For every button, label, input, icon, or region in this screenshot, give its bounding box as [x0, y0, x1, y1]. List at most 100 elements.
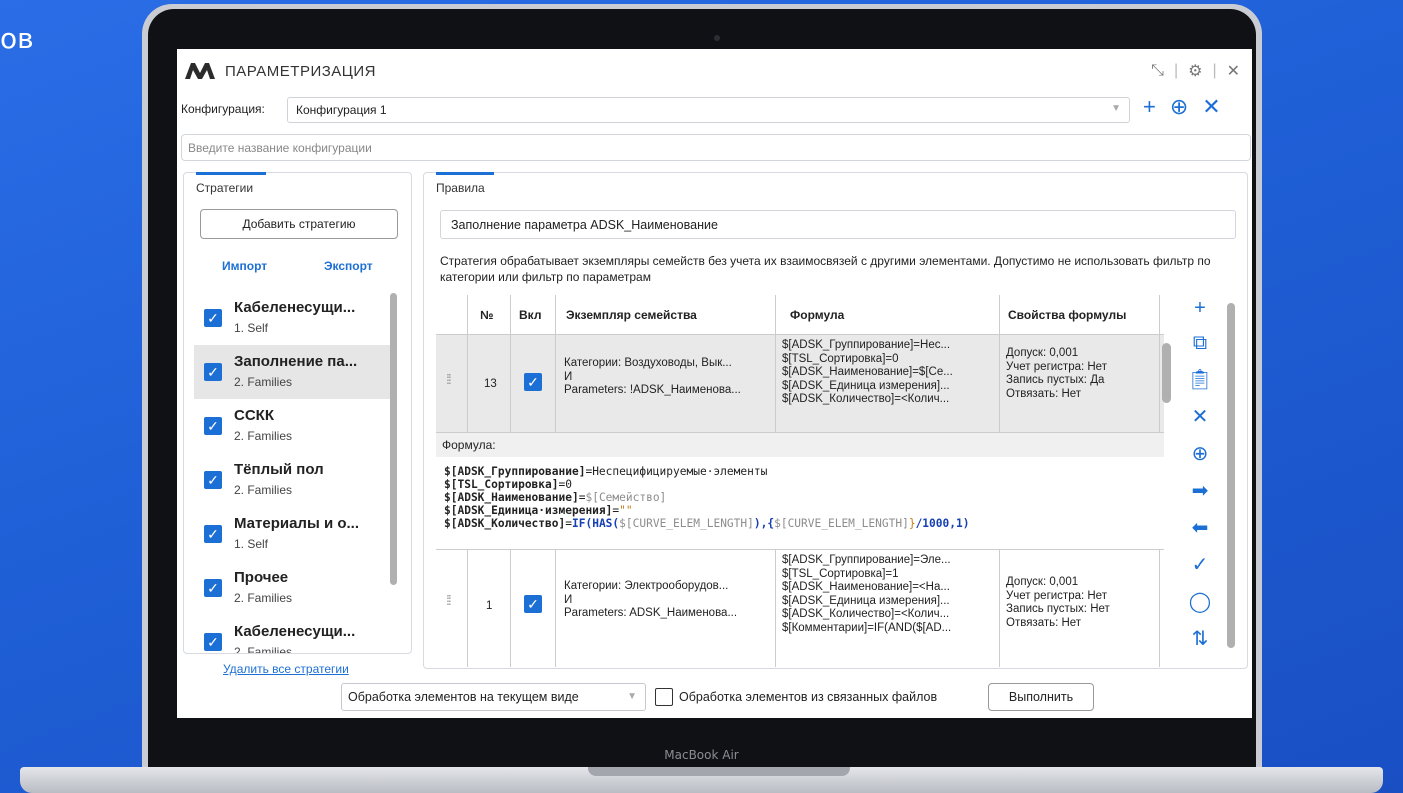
chevron-down-icon: ▼	[627, 691, 637, 702]
linked-files-checkbox[interactable]	[655, 688, 673, 706]
property-line: Отвязать: Нет	[1006, 616, 1082, 629]
row-enabled-checkbox[interactable]: ✓	[511, 335, 556, 432]
check-icon: ✓	[524, 595, 542, 613]
formula-line: $[ADSK_Единица измерения]...	[782, 379, 950, 392]
column-header-enabled[interactable]: Вкл	[511, 295, 556, 335]
sort-icon[interactable]: ⇅	[1192, 626, 1209, 651]
formula-line: $[ADSK_Единица измерения]...	[782, 594, 950, 607]
strategy-type: 2. Families	[234, 483, 293, 497]
processing-mode-value: Обработка элементов на текущем виде	[348, 690, 579, 704]
paste-icon[interactable]: 📋︎	[1187, 367, 1212, 392]
arrow-right-icon[interactable]: ➡	[1192, 478, 1209, 503]
column-header-formula[interactable]: Формула	[776, 295, 1000, 335]
checkbox-checked[interactable]: ✓	[204, 579, 222, 597]
add-icon[interactable]: +	[1143, 94, 1156, 120]
add-strategy-button[interactable]: Добавить стратегию	[200, 209, 398, 239]
separator: |	[1173, 62, 1179, 79]
properties-cell: Допуск: 0,001 Учет регистра: Нет Запись …	[1000, 335, 1160, 432]
delete-all-strategies-link[interactable]: Удалить все стратегии	[223, 662, 349, 676]
instance-line: Категории: Воздуховоды, Вык...	[564, 357, 732, 369]
strategy-item[interactable]: ✓ Кабеленесущи... 1. Self	[194, 291, 394, 345]
strategy-item[interactable]: ✓ Кабеленесущи... 2. Families	[194, 615, 394, 653]
linked-files-label[interactable]: Обработка элементов из связанных файлов	[679, 690, 937, 704]
scrollbar[interactable]	[390, 293, 397, 585]
collapse-icon[interactable]: ⤡	[1151, 62, 1164, 80]
export-link[interactable]: Экспорт	[324, 259, 373, 273]
config-label: Конфигурация:	[181, 102, 265, 116]
instance-line: Категории: Электрооборудов...	[564, 580, 729, 592]
strategy-item[interactable]: ✓ ССКК 2. Families	[194, 399, 394, 453]
app-title: ПАРАМЕТРИЗАЦИЯ	[225, 63, 377, 80]
rule-toolbar: + ⧉ 📋︎ ✕ ⊕ ➡ ⬅ ✓ ◯ ⇅	[1181, 297, 1219, 651]
arrow-left-icon[interactable]: ⬅	[1192, 515, 1209, 540]
config-actions: + ⊕ ✕	[1143, 94, 1221, 120]
row-enabled-checkbox[interactable]: ✓	[511, 550, 556, 667]
config-select[interactable]: Конфигурация 1 ▼	[287, 97, 1130, 123]
scrollbar[interactable]	[1227, 303, 1235, 648]
instance-line: И	[564, 370, 573, 383]
formula-line: $[ADSK_Наименование]=$[Се...	[782, 366, 953, 378]
close-icon[interactable]: ✕	[1227, 61, 1240, 81]
strategy-type: 2. Families	[234, 429, 293, 443]
add-icon[interactable]: +	[1194, 297, 1206, 320]
formula-detail-label: Формула:	[436, 433, 1164, 457]
add-circle-icon[interactable]: ⊕	[1170, 94, 1188, 120]
table-row[interactable]: ⁞⁞ 1 ✓ Категории: Электрооборудов... И P…	[436, 549, 1164, 667]
column-header-num[interactable]: №	[468, 295, 511, 335]
checkbox-checked[interactable]: ✓	[204, 471, 222, 489]
drag-handle-icon[interactable]: ⁞⁞	[436, 550, 468, 667]
add-circle-icon[interactable]: ⊕	[1192, 441, 1209, 466]
property-line: Допуск: 0,001	[1006, 347, 1079, 359]
table-row[interactable]: ⁞⁞ 13 ✓ Категории: Воздуховоды, Вык... И…	[436, 335, 1164, 433]
formula-line: $[ADSK_Группирование]=Нес...	[782, 339, 951, 351]
formula-line: $[ADSK_Количество]=<Колич...	[782, 608, 950, 620]
formula-detail-line: $[ADSK_Единица·измерения]=""	[444, 504, 633, 517]
strategy-name: ССКК	[234, 407, 274, 424]
strategy-name: Прочее	[234, 569, 289, 586]
formula-cell: $[ADSK_Группирование]=Нес... $[TSL_Сорти…	[776, 335, 1000, 432]
instance-cell: Категории: Электрооборудов... И Paramete…	[556, 550, 776, 667]
run-button[interactable]: Выполнить	[988, 683, 1094, 711]
instance-line: И	[564, 593, 573, 606]
strategies-panel: Стратегии Добавить стратегию Импорт Эксп…	[183, 172, 412, 654]
checkbox-checked[interactable]: ✓	[204, 633, 222, 651]
column-header-properties[interactable]: Свойства формулы	[1000, 295, 1160, 335]
strategy-item[interactable]: ✓ Материалы и о... 1. Self	[194, 507, 394, 561]
strategy-item[interactable]: ✓ Заполнение па... 2. Families	[194, 345, 394, 399]
formula-detail-line: $[ADSK_Количество]=IF(HAS($[CURVE_ELEM_L…	[444, 517, 970, 530]
formula-detail-line: $[TSL_Сортировка]=0	[444, 478, 572, 491]
checkbox-checked[interactable]: ✓	[204, 417, 222, 435]
check-circle-icon[interactable]: ✓	[1192, 552, 1209, 577]
checkbox-checked[interactable]: ✓	[204, 525, 222, 543]
instance-cell: Категории: Воздуховоды, Вык... И Paramet…	[556, 335, 776, 432]
app-logo-icon	[185, 63, 215, 84]
import-link[interactable]: Импорт	[222, 259, 267, 273]
checkbox-checked[interactable]: ✓	[204, 309, 222, 327]
row-number: 1	[468, 550, 511, 667]
grid-scrollbar[interactable]	[1162, 343, 1171, 403]
properties-cell: Допуск: 0,001 Учет регистра: Нет Запись …	[1000, 550, 1160, 667]
window-controls: ⤡ | ⚙ | ✕	[1151, 61, 1240, 81]
rule-description: Стратегия обрабатывает экземпляры семейс…	[440, 254, 1211, 284]
strategy-item[interactable]: ✓ Прочее 2. Families	[194, 561, 394, 615]
bottom-bar: Обработка элементов на текущем виде ▼ Об…	[341, 683, 1101, 711]
processing-mode-select[interactable]: Обработка элементов на текущем виде ▼	[341, 683, 646, 711]
strategies-title: Стратегии	[196, 181, 254, 195]
column-header-instance[interactable]: Экземпляр семейства	[556, 295, 776, 335]
formula-line: $[ADSK_Группирование]=Эле...	[782, 554, 951, 566]
checkbox-checked[interactable]: ✓	[204, 363, 222, 381]
formula-line: $[TSL_Сортировка]=1	[782, 567, 899, 580]
copy-icon[interactable]: ⧉	[1193, 332, 1207, 355]
rule-name-input[interactable]: Заполнение параметра ADSK_Наименование	[440, 210, 1236, 239]
circle-icon[interactable]: ◯	[1189, 589, 1211, 614]
delete-icon[interactable]: ✕	[1192, 404, 1209, 429]
delete-icon[interactable]: ✕	[1202, 94, 1220, 120]
rules-grid: № Вкл Экземпляр семейства Формула Свойст…	[436, 295, 1164, 667]
strategy-type: 2. Families	[234, 645, 293, 653]
strategy-item[interactable]: ✓ Тёплый пол 2. Families	[194, 453, 394, 507]
gear-icon[interactable]: ⚙	[1188, 61, 1202, 81]
drag-handle-icon[interactable]: ⁞⁞	[436, 335, 468, 432]
strategy-type: 1. Self	[234, 537, 269, 551]
config-name-input[interactable]: Введите название конфигурации	[181, 134, 1251, 161]
strategy-list: ✓ Кабеленесущи... 1. Self ✓ Заполнение п…	[194, 291, 394, 653]
